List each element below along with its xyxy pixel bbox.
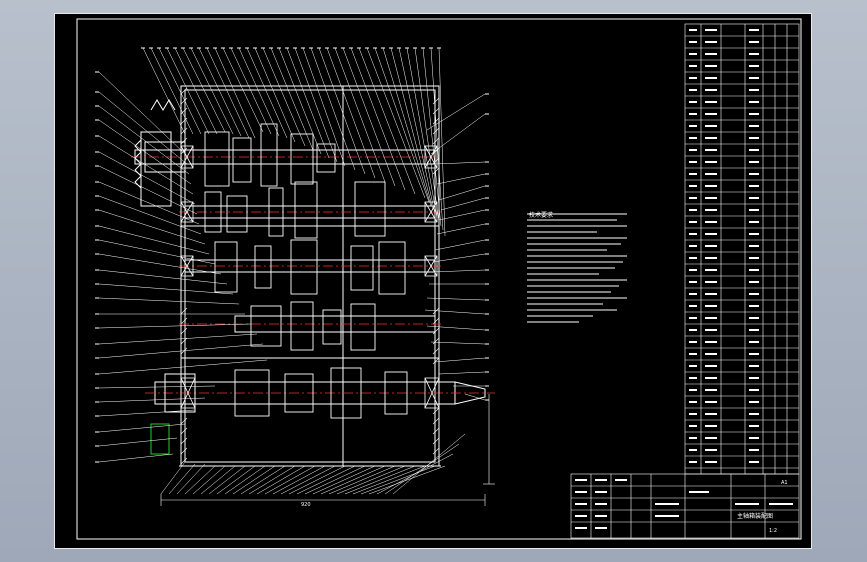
shaft-3 bbox=[179, 259, 441, 273]
title-block-sheet: A1 bbox=[781, 480, 788, 486]
spindle-shaft bbox=[145, 373, 495, 413]
drawing-sheet: 920 主轴箱装配图 1:2 A1 技术要求 bbox=[54, 13, 812, 549]
leader-lines bbox=[98, 47, 486, 495]
title-block-name: 主轴箱装配图 bbox=[737, 512, 773, 520]
wall-hatching bbox=[180, 87, 440, 465]
notes-title: 技术要求 bbox=[529, 212, 554, 219]
bottom-dimension-text: 920 bbox=[301, 502, 311, 508]
gears bbox=[204, 123, 408, 419]
shaft-4 bbox=[179, 315, 441, 333]
title-block-scale: 1:2 bbox=[769, 528, 777, 534]
bearings bbox=[180, 145, 440, 409]
shaft-2 bbox=[179, 205, 441, 219]
drawing-canvas: 920 主轴箱装配图 1:2 A1 bbox=[76, 18, 802, 540]
cad-viewport[interactable]: 920 主轴箱装配图 1:2 A1 技术要求 bbox=[0, 0, 867, 562]
technical-notes bbox=[527, 213, 627, 323]
parts-list bbox=[684, 23, 800, 475]
parts-list-entries bbox=[689, 29, 759, 463]
dimension-lines bbox=[160, 394, 495, 506]
title-block-text-strokes bbox=[575, 479, 793, 529]
